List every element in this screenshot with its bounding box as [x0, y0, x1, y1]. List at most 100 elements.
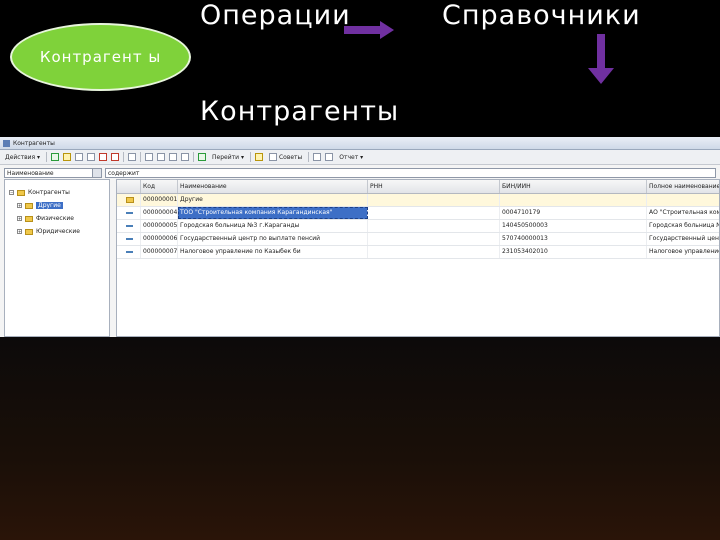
refresh-icon[interactable]: [198, 153, 207, 161]
expand-icon[interactable]: +: [17, 203, 22, 208]
report-menu-button[interactable]: Отчет ▾: [337, 154, 365, 161]
actions-menu-button[interactable]: Действия ▾: [3, 154, 42, 161]
cell-name: Другие: [178, 194, 368, 206]
item-icon: [126, 251, 133, 253]
arrow-right-icon: [344, 21, 394, 39]
toolbar-separator: [123, 152, 125, 162]
counterparties-table: Код Наименование РНН БИН/ИИН Полное наим…: [116, 179, 720, 337]
document-icon[interactable]: [313, 153, 322, 161]
step-directories: Справочники: [442, 0, 641, 31]
column-header-icon[interactable]: [117, 180, 141, 193]
cell-rnn: [368, 194, 500, 206]
table-header: Код Наименование РНН БИН/ИИН Полное наим…: [117, 180, 719, 194]
hierarchy-icon[interactable]: [128, 153, 137, 161]
row-icon-cell: [117, 233, 141, 245]
tree-item-root[interactable]: − Контрагенты: [5, 186, 109, 199]
cell-rnn: [368, 220, 500, 232]
row-icon-cell: [117, 246, 141, 258]
cell-bin: 231053402010: [500, 246, 647, 258]
arrow-down-icon: [588, 34, 614, 84]
toolbar-separator: [140, 152, 142, 162]
toolbar-separator: [193, 152, 195, 162]
filter-value-icon[interactable]: [157, 153, 166, 161]
tips-icon: [268, 153, 277, 161]
cell-full-name: [647, 194, 719, 206]
cell-bin: 140450500003: [500, 220, 647, 232]
cell-rnn: [368, 207, 500, 219]
decorative-flare-image: [0, 335, 720, 540]
folder-icon: [25, 228, 33, 235]
app-window: Контрагенты Действия ▾ Перейти ▾ Советы …: [0, 137, 720, 337]
folder-icon: [125, 197, 134, 203]
collapse-icon[interactable]: −: [9, 190, 14, 195]
cell-name: Налоговое управление по Казыбек би: [178, 246, 368, 258]
cell-code: 000000001: [141, 194, 178, 206]
step-counterparties: Контрагенты: [200, 96, 400, 127]
table-row[interactable]: 000000001 Другие: [117, 194, 719, 207]
row-icon-cell: [117, 194, 141, 206]
cell-bin: 570740000013: [500, 233, 647, 245]
cell-code: 000000007: [141, 246, 178, 258]
toolbar-separator: [308, 152, 310, 162]
search-field-select[interactable]: Наименование: [4, 167, 102, 178]
window-icon: [3, 139, 10, 147]
cell-full-name: Государственный центр по выплате пенсий: [647, 233, 719, 245]
cell-rnn: [368, 233, 500, 245]
folder-icon: [25, 215, 33, 222]
cell-code: 000000005: [141, 220, 178, 232]
chevron-down-icon[interactable]: [92, 168, 101, 177]
item-icon: [126, 225, 133, 227]
help-icon[interactable]: [254, 153, 263, 161]
table-row[interactable]: 000000006 Государственный центр по выпла…: [117, 233, 719, 246]
item-icon: [126, 212, 133, 214]
table-row[interactable]: 000000005 Городская больница №3 г.Карага…: [117, 220, 719, 233]
search-input[interactable]: содержит: [105, 167, 716, 178]
row-icon-cell: [117, 207, 141, 219]
column-header-rnn[interactable]: РНН: [368, 180, 500, 193]
table-row[interactable]: 000000004 ТОО "Строительная компания Кар…: [117, 207, 719, 220]
content-panes: − Контрагенты + Другие + Физические + Юр…: [0, 179, 720, 337]
sort-icon[interactable]: [181, 153, 190, 161]
item-icon: [126, 238, 133, 240]
delete-icon[interactable]: [99, 153, 108, 161]
bubble-counterparties: Контрагент ы: [10, 23, 191, 91]
folder-icon: [25, 202, 33, 209]
cell-code: 000000004: [141, 207, 178, 219]
column-header-full-name[interactable]: Полное наименование: [647, 180, 719, 193]
expand-icon[interactable]: +: [17, 229, 22, 234]
cell-full-name: Налоговое управление по району им.Казыбе…: [647, 246, 719, 258]
cell-full-name: АО "Строительная компания Карагандинская…: [647, 207, 719, 219]
group-tree: − Контрагенты + Другие + Физические + Юр…: [4, 179, 110, 337]
step-operations: Операции: [200, 0, 351, 31]
column-header-code[interactable]: Код: [141, 180, 178, 193]
expand-icon[interactable]: +: [17, 216, 22, 221]
tree-item-legal[interactable]: + Юридические: [5, 225, 109, 238]
edit-icon[interactable]: [87, 153, 96, 161]
tree-item-other[interactable]: + Другие: [5, 199, 109, 212]
cell-code: 000000006: [141, 233, 178, 245]
column-header-bin[interactable]: БИН/ИИН: [500, 180, 647, 193]
structure-icon[interactable]: [325, 153, 334, 161]
window-titlebar: Контрагенты: [0, 137, 720, 150]
column-header-name[interactable]: Наименование: [178, 180, 368, 193]
add-icon[interactable]: [51, 153, 60, 161]
copy-icon[interactable]: [75, 153, 84, 161]
row-icon-cell: [117, 220, 141, 232]
goto-menu-button[interactable]: Перейти ▾: [210, 154, 246, 161]
cell-name: Городская больница №3 г.Караганды: [178, 220, 368, 232]
cell-rnn: [368, 246, 500, 258]
tips-button[interactable]: Советы: [267, 153, 304, 161]
filter-bar: Наименование содержит: [0, 165, 720, 180]
filter-icon[interactable]: [145, 153, 154, 161]
cell-name: Государственный центр по выплате пенсий: [178, 233, 368, 245]
cell-name: ТОО "Строительная компания Карагандинска…: [178, 207, 368, 219]
cell-bin: [500, 194, 647, 206]
cell-full-name: Городская больница №3 г.Караганды: [647, 220, 719, 232]
toolbar: Действия ▾ Перейти ▾ Советы Отчет ▾: [0, 150, 720, 165]
table-row[interactable]: 000000007 Налоговое управление по Казыбе…: [117, 246, 719, 259]
filter-clear-icon[interactable]: [169, 153, 178, 161]
toolbar-separator: [46, 152, 48, 162]
add-group-icon[interactable]: [63, 153, 72, 161]
tree-item-individuals[interactable]: + Физические: [5, 212, 109, 225]
mark-delete-icon[interactable]: [111, 153, 120, 161]
